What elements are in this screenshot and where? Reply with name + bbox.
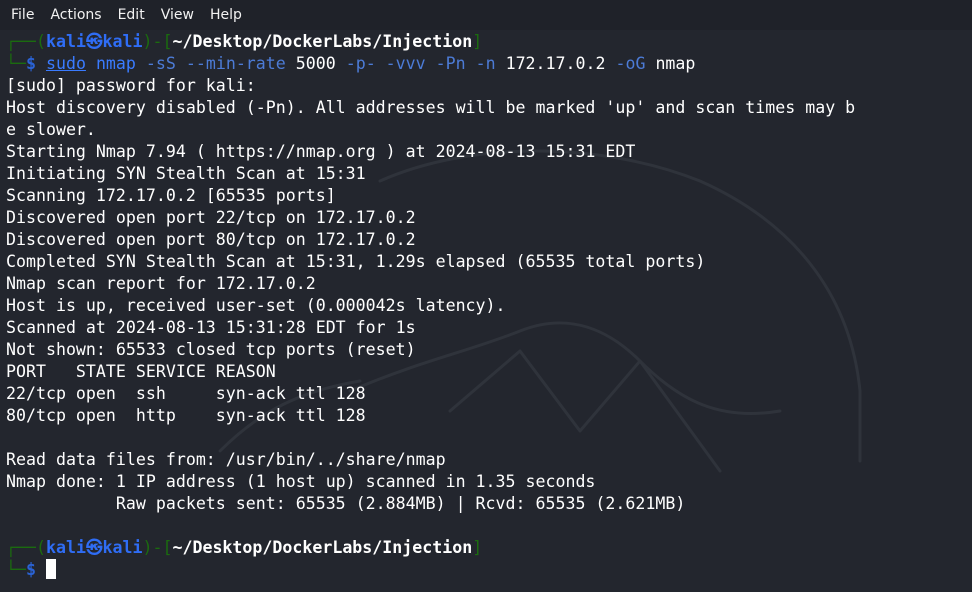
- output-line: PORT STATE SERVICE REASON: [6, 362, 276, 381]
- prompt-header-line: ┌──(kali㉿kali)-[~/Desktop/DockerLabs/Inj…: [6, 31, 966, 53]
- output-line: Starting Nmap 7.94 ( https://nmap.org ) …: [6, 142, 636, 161]
- command-line: └─$ sudo nmap -sS --min-rate 5000 -p- -v…: [6, 53, 966, 75]
- prompt-frame-end: ]: [472, 538, 483, 557]
- output-line: Host discovery disabled (-Pn). All addre…: [6, 98, 856, 117]
- command-ip: 172.17.0.2: [505, 54, 606, 73]
- prompt-user: kali: [45, 538, 86, 557]
- output-line: Scanned at 2024-08-13 15:31:28 EDT for 1…: [6, 318, 416, 337]
- prompt-frame-bottom: └─: [6, 54, 26, 73]
- output-line: Scanning 172.17.0.2 [65535 ports]: [6, 186, 336, 205]
- prompt-host: kali: [102, 32, 143, 51]
- output-line: [sudo] password for kali:: [6, 76, 256, 95]
- command-nmap: nmap: [85, 54, 146, 73]
- prompt-at-icon: ㉿: [85, 538, 103, 557]
- output-line: Discovered open port 80/tcp on 172.17.0.…: [6, 230, 416, 249]
- terminal-output: ┌──(kali㉿kali)-[~/Desktop/DockerLabs/Inj…: [6, 31, 966, 581]
- prompt-path: ~/Desktop/DockerLabs/Injection: [172, 32, 473, 51]
- output-line: 22/tcp open ssh syn-ack ttl 128: [6, 384, 366, 403]
- output-line: e slower.: [6, 120, 96, 139]
- text-cursor: [45, 559, 56, 579]
- menu-view[interactable]: View: [153, 0, 202, 30]
- prompt-frame-end: ]: [472, 32, 483, 51]
- output-line: Completed SYN Stealth Scan at 15:31, 1.2…: [6, 252, 706, 271]
- menu-bar: File Actions Edit View Help: [0, 0, 972, 30]
- prompt-frame-bottom: └─: [6, 560, 26, 579]
- command-flags-3: -oG: [605, 54, 656, 73]
- output-line: Nmap scan report for 172.17.0.2: [6, 274, 316, 293]
- command-line-2[interactable]: └─$: [6, 559, 966, 581]
- prompt-dollar: $: [25, 54, 36, 73]
- prompt-frame: ┌──(: [6, 32, 46, 51]
- prompt-header-line-2: ┌──(kali㉿kali)-[~/Desktop/DockerLabs/Inj…: [6, 537, 966, 559]
- menu-actions[interactable]: Actions: [42, 0, 109, 30]
- output-line: Raw packets sent: 65535 (2.884MB) | Rcvd…: [6, 494, 686, 513]
- command-rate: 5000: [295, 54, 336, 73]
- prompt-frame-mid: )-[: [142, 538, 173, 557]
- prompt-path: ~/Desktop/DockerLabs/Injection: [172, 538, 473, 557]
- prompt-dollar: $: [25, 560, 36, 579]
- menu-help[interactable]: Help: [202, 0, 250, 30]
- prompt-user: kali: [45, 32, 86, 51]
- prompt-frame-mid: )-[: [142, 32, 173, 51]
- command-output-file: nmap: [655, 54, 696, 73]
- prompt-frame: ┌──(: [6, 538, 46, 557]
- output-line: Discovered open port 22/tcp on 172.17.0.…: [6, 208, 416, 227]
- output-line: 80/tcp open http syn-ack ttl 128: [6, 406, 366, 425]
- command-sudo: sudo: [45, 54, 86, 73]
- output-line: Nmap done: 1 IP address (1 host up) scan…: [6, 472, 596, 491]
- menu-edit[interactable]: Edit: [110, 0, 153, 30]
- terminal-area[interactable]: ┌──(kali㉿kali)-[~/Desktop/DockerLabs/Inj…: [0, 31, 972, 592]
- command-flags: -sS --min-rate: [145, 54, 296, 73]
- output-line: Read data files from: /usr/bin/../share/…: [6, 450, 446, 469]
- command-flags-2: -p- -vvv -Pn -n: [335, 54, 506, 73]
- prompt-host: kali: [102, 538, 143, 557]
- output-line: Not shown: 65533 closed tcp ports (reset…: [6, 340, 416, 359]
- menu-file[interactable]: File: [3, 0, 42, 30]
- output-line: Initiating SYN Stealth Scan at 15:31: [6, 164, 366, 183]
- prompt-at-icon: ㉿: [85, 32, 103, 51]
- output-line: Host is up, received user-set (0.000042s…: [6, 296, 506, 315]
